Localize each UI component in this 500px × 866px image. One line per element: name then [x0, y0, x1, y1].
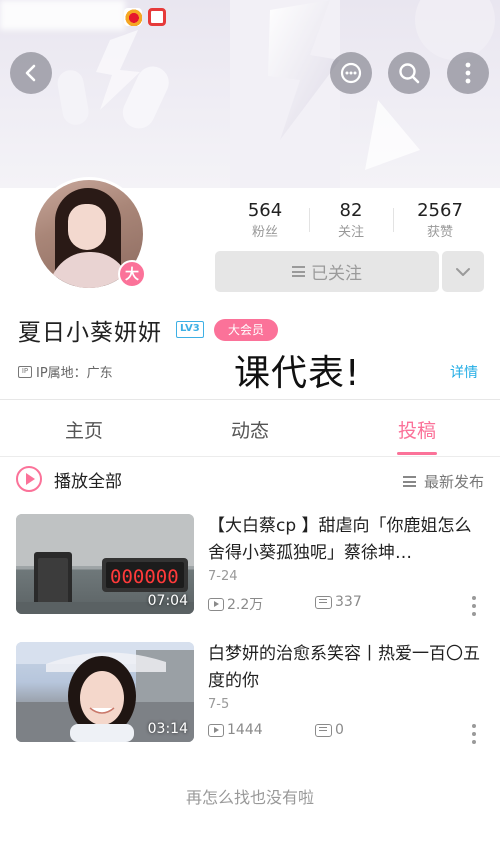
video-thumbnail[interactable]: 03:14 [16, 642, 194, 742]
play-count-icon [208, 723, 224, 737]
video-title: 白梦妍的治愈系笑容丨热爱一百〇五度的你 [208, 644, 480, 691]
notification-icon [148, 8, 166, 26]
video-date: 7-5 [208, 697, 230, 712]
status-bar-icons [124, 8, 166, 26]
video-duration: 07:04 [147, 593, 188, 609]
stat-likes-value: 2567 [417, 200, 463, 221]
follow-dropdown-button[interactable] [442, 251, 484, 292]
more-dot-icon [472, 724, 476, 728]
video-item[interactable]: 03:14 白梦妍的治愈系笑容丨热爱一百〇五度的你 7-5 1444 0 [0, 642, 500, 746]
more-vertical-icon [465, 62, 471, 84]
video-more-button[interactable] [472, 724, 476, 746]
menu-lines-icon [292, 266, 305, 277]
video-plays: 1444 [208, 722, 263, 738]
profile-banner [0, 0, 500, 188]
video-date: 7-24 [208, 569, 238, 584]
sort-lines-icon [402, 476, 416, 487]
video-title: 【大白蔡cp 】甜虐向「你鹿姐怎么舍得小葵孤独呢」蔡徐坤… [208, 516, 472, 563]
ip-location: IP IP属地：广东 [18, 362, 113, 381]
back-arrow-icon [25, 64, 36, 82]
vip-badge[interactable]: 大会员 [214, 319, 278, 341]
more-dot-icon [472, 596, 476, 600]
play-all-button[interactable]: 播放全部 [16, 466, 122, 492]
tab-home[interactable]: 主页 [24, 416, 144, 443]
stat-following-label: 关注 [337, 225, 364, 240]
ip-location-text: IP属地：广东 [36, 366, 113, 381]
play-count-icon [208, 597, 224, 611]
divider [0, 456, 500, 457]
video-plays-value: 1444 [227, 722, 263, 738]
video-danmaku-value: 0 [335, 722, 344, 738]
stat-likes-label: 获赞 [426, 225, 453, 240]
stat-fans[interactable]: 564 粉丝 [220, 200, 310, 243]
danmaku-icon [315, 595, 332, 609]
overlay-caption: 课代表! [234, 353, 361, 394]
username: 夏日小葵妍妍 [18, 320, 162, 346]
level-badge: LV3 [176, 321, 204, 338]
video-thumbnail[interactable]: 000000 07:04 [16, 514, 194, 614]
status-bar-blur [0, 0, 125, 30]
chevron-down-icon [456, 267, 470, 276]
play-all-label: 播放全部 [54, 471, 122, 492]
svg-text:000000: 000000 [110, 566, 179, 588]
stat-fans-label: 粉丝 [251, 225, 278, 240]
video-plays: 2.2万 [208, 594, 263, 614]
sort-button[interactable]: 最新发布 [402, 471, 484, 492]
ip-icon: IP [18, 365, 32, 378]
video-danmaku-value: 337 [335, 594, 362, 610]
search-button[interactable] [388, 52, 430, 94]
active-tab-indicator [397, 452, 437, 455]
stat-following-value: 82 [339, 200, 363, 221]
video-duration: 03:14 [147, 721, 188, 737]
tab-uploads[interactable]: 投稿 [357, 416, 477, 443]
play-circle-icon [16, 466, 42, 492]
stat-likes[interactable]: 2567 获赞 [395, 200, 485, 243]
stat-fans-value: 564 [247, 200, 283, 221]
profile-tabs: 主页 动态 投稿 [0, 400, 500, 456]
weibo-icon [124, 8, 142, 26]
detail-link[interactable]: 详情 [450, 362, 478, 382]
more-button[interactable] [447, 52, 489, 94]
video-item[interactable]: 000000 07:04 【大白蔡cp 】甜虐向「你鹿姐怎么舍得小葵孤独呢」蔡徐… [0, 514, 500, 618]
back-button[interactable] [10, 52, 52, 94]
end-of-list-note: 再怎么找也没有啦 [185, 788, 314, 807]
video-plays-value: 2.2万 [227, 597, 264, 613]
follow-button-label: 已关注 [311, 264, 362, 284]
stat-divider [393, 208, 394, 232]
message-bubble-icon [340, 62, 362, 84]
big-member-badge: 大 [118, 260, 146, 288]
stat-following[interactable]: 82 关注 [306, 200, 396, 243]
video-danmaku: 0 [315, 722, 344, 738]
danmaku-icon [315, 723, 332, 737]
video-danmaku: 337 [315, 594, 362, 610]
video-more-button[interactable] [472, 596, 476, 618]
search-icon [399, 63, 420, 84]
message-button[interactable] [330, 52, 372, 94]
tab-dynamics[interactable]: 动态 [190, 416, 310, 443]
profile-stats: 564 粉丝 82 关注 2567 获赞 [220, 200, 500, 244]
follow-button[interactable]: 已关注 [215, 251, 439, 292]
sort-label: 最新发布 [423, 473, 484, 491]
